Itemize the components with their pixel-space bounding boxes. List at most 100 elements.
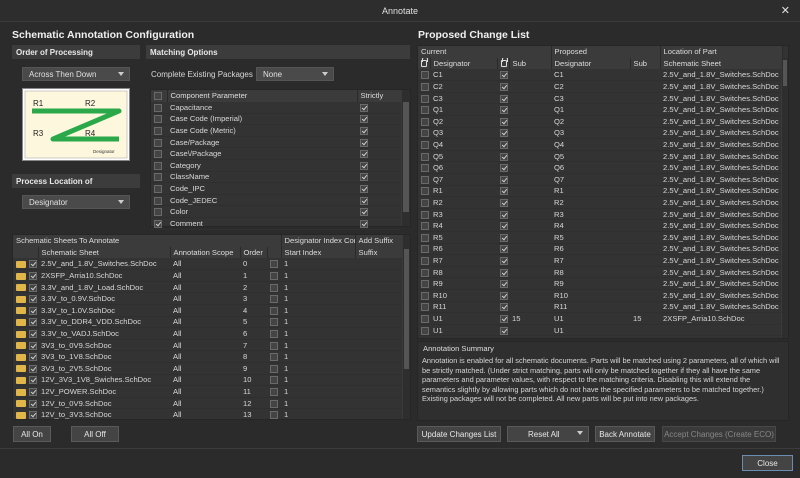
checkbox[interactable]: [270, 272, 278, 281]
sheet-scope[interactable]: All: [170, 374, 240, 387]
parameter-row[interactable]: ClassName: [151, 171, 401, 184]
change-row[interactable]: U1 15 U1 15 2XSFP_Arria10.SchDoc: [418, 312, 783, 325]
checkbox[interactable]: [270, 295, 278, 304]
checkbox[interactable]: [500, 187, 508, 196]
parameter-row[interactable]: Comment: [151, 217, 401, 230]
checkbox[interactable]: [154, 115, 162, 124]
checkbox[interactable]: [29, 272, 37, 281]
parameter-row[interactable]: Category: [151, 159, 401, 172]
checkbox[interactable]: [360, 103, 368, 112]
sheet-row[interactable]: 3V3_to_1V8.SchDoc All 8 1: [13, 350, 404, 364]
checkbox[interactable]: [421, 303, 429, 312]
sheet-scope[interactable]: All: [170, 385, 240, 398]
col-prop-sub[interactable]: Sub: [630, 57, 661, 70]
col-strictly[interactable]: Strictly: [357, 90, 402, 102]
col-schematic-sheet[interactable]: Schematic Sheet: [660, 57, 783, 70]
checkbox[interactable]: [500, 117, 508, 126]
parameter-row[interactable]: Case Code (Metric): [151, 124, 401, 137]
checkbox[interactable]: [360, 208, 368, 217]
checkbox[interactable]: [421, 233, 429, 242]
checkbox[interactable]: [421, 199, 429, 208]
sheet-scope[interactable]: All: [170, 258, 240, 271]
sheet-start-index[interactable]: 1: [281, 269, 356, 282]
checkbox[interactable]: [154, 208, 162, 217]
col-annotation-scope[interactable]: Annotation Scope: [170, 246, 241, 259]
change-list-scrollbar[interactable]: [781, 58, 788, 338]
checkbox[interactable]: [360, 219, 368, 228]
checkbox[interactable]: [360, 138, 368, 147]
parameter-row[interactable]: Capacitance: [151, 101, 401, 114]
checkbox[interactable]: [154, 185, 162, 194]
sheet-row[interactable]: 3V3_to_0V9.SchDoc All 7 1: [13, 339, 404, 352]
parameter-row[interactable]: Case\/Package: [151, 147, 401, 161]
change-row[interactable]: Q5 Q5 2.5V_and_1.8V_Switches.SchDoc: [418, 150, 783, 163]
update-changes-button[interactable]: Update Changes List: [417, 426, 501, 442]
checkbox[interactable]: [360, 161, 368, 170]
change-row[interactable]: R7 R7 2.5V_and_1.8V_Switches.SchDoc: [418, 254, 783, 267]
complete-packages-dropdown[interactable]: None: [256, 67, 334, 81]
checkbox[interactable]: [154, 103, 162, 112]
checkbox[interactable]: [500, 256, 508, 265]
col-order[interactable]: Order: [240, 246, 268, 259]
sheet-start-index[interactable]: 1: [281, 292, 356, 306]
checkbox[interactable]: [29, 318, 37, 327]
change-row[interactable]: C3 C3 2.5V_and_1.8V_Switches.SchDoc: [418, 92, 783, 105]
change-row[interactable]: C1 C1 2.5V_and_1.8V_Switches.SchDoc: [418, 69, 783, 82]
checkbox[interactable]: [500, 94, 508, 103]
header-checkbox[interactable]: [151, 90, 168, 102]
checkbox[interactable]: [270, 376, 278, 385]
checkbox[interactable]: [500, 222, 508, 231]
sheet-scope[interactable]: All: [170, 350, 240, 364]
parameter-row[interactable]: Color: [151, 205, 401, 219]
checkbox[interactable]: [154, 219, 162, 228]
change-row[interactable]: R4 R4 2.5V_and_1.8V_Switches.SchDoc: [418, 219, 783, 232]
sheet-scope[interactable]: All: [170, 316, 240, 329]
checkbox[interactable]: [270, 318, 278, 327]
parameter-row[interactable]: Case Code (Imperial): [151, 113, 401, 126]
change-row[interactable]: Q1 Q1 2.5V_and_1.8V_Switches.SchDoc: [418, 103, 783, 117]
sheet-row[interactable]: 3.3V_to_0.9V.SchDoc All 3 1: [13, 292, 404, 306]
checkbox[interactable]: [360, 150, 368, 159]
checkbox[interactable]: [270, 411, 278, 419]
sheet-start-index[interactable]: 1: [281, 408, 356, 419]
sheet-start-index[interactable]: 1: [281, 397, 356, 410]
checkbox[interactable]: [421, 94, 429, 103]
sheet-row[interactable]: 3.3V_to_DDR4_VDD.SchDoc All 5 1: [13, 316, 404, 329]
sheet-start-index[interactable]: 1: [281, 258, 356, 271]
checkbox[interactable]: [29, 330, 37, 339]
close-button[interactable]: Close: [742, 455, 793, 471]
checkbox[interactable]: [29, 411, 37, 419]
checkbox[interactable]: [421, 326, 429, 335]
checkbox[interactable]: [154, 150, 162, 159]
change-row[interactable]: Q3 Q3 2.5V_and_1.8V_Switches.SchDoc: [418, 127, 783, 140]
all-off-button[interactable]: All Off: [71, 426, 119, 442]
checkbox[interactable]: [500, 141, 508, 150]
change-row[interactable]: Q4 Q4 2.5V_and_1.8V_Switches.SchDoc: [418, 138, 783, 151]
checkbox[interactable]: [29, 353, 37, 362]
checkbox[interactable]: [500, 291, 508, 300]
checkbox[interactable]: [421, 175, 429, 184]
lock-icon[interactable]: [497, 57, 510, 70]
change-row[interactable]: R11 R11 2.5V_and_1.8V_Switches.SchDoc: [418, 301, 783, 314]
reset-all-button[interactable]: Reset All: [507, 426, 589, 442]
checkbox[interactable]: [500, 303, 508, 312]
checkbox[interactable]: [421, 83, 429, 92]
sheet-scope[interactable]: All: [170, 397, 240, 410]
checkbox[interactable]: [154, 138, 162, 147]
checkbox[interactable]: [500, 152, 508, 161]
checkbox[interactable]: [421, 314, 429, 323]
checkbox[interactable]: [500, 268, 508, 277]
col-component-parameter[interactable]: Component Parameter: [167, 90, 358, 102]
change-row[interactable]: R1 R1 2.5V_and_1.8V_Switches.SchDoc: [418, 185, 783, 198]
checkbox[interactable]: [270, 330, 278, 339]
checkbox[interactable]: [500, 245, 508, 254]
checkbox[interactable]: [421, 268, 429, 277]
sheet-scope[interactable]: All: [170, 408, 240, 419]
checkbox[interactable]: [421, 106, 429, 115]
checkbox[interactable]: [500, 83, 508, 92]
checkbox[interactable]: [270, 260, 278, 269]
checkbox[interactable]: [360, 196, 368, 205]
checkbox[interactable]: [500, 199, 508, 208]
sheet-start-index[interactable]: 1: [281, 350, 356, 364]
sheet-row[interactable]: 2.5V_and_1.8V_Switches.SchDoc All 0 1: [13, 258, 404, 271]
